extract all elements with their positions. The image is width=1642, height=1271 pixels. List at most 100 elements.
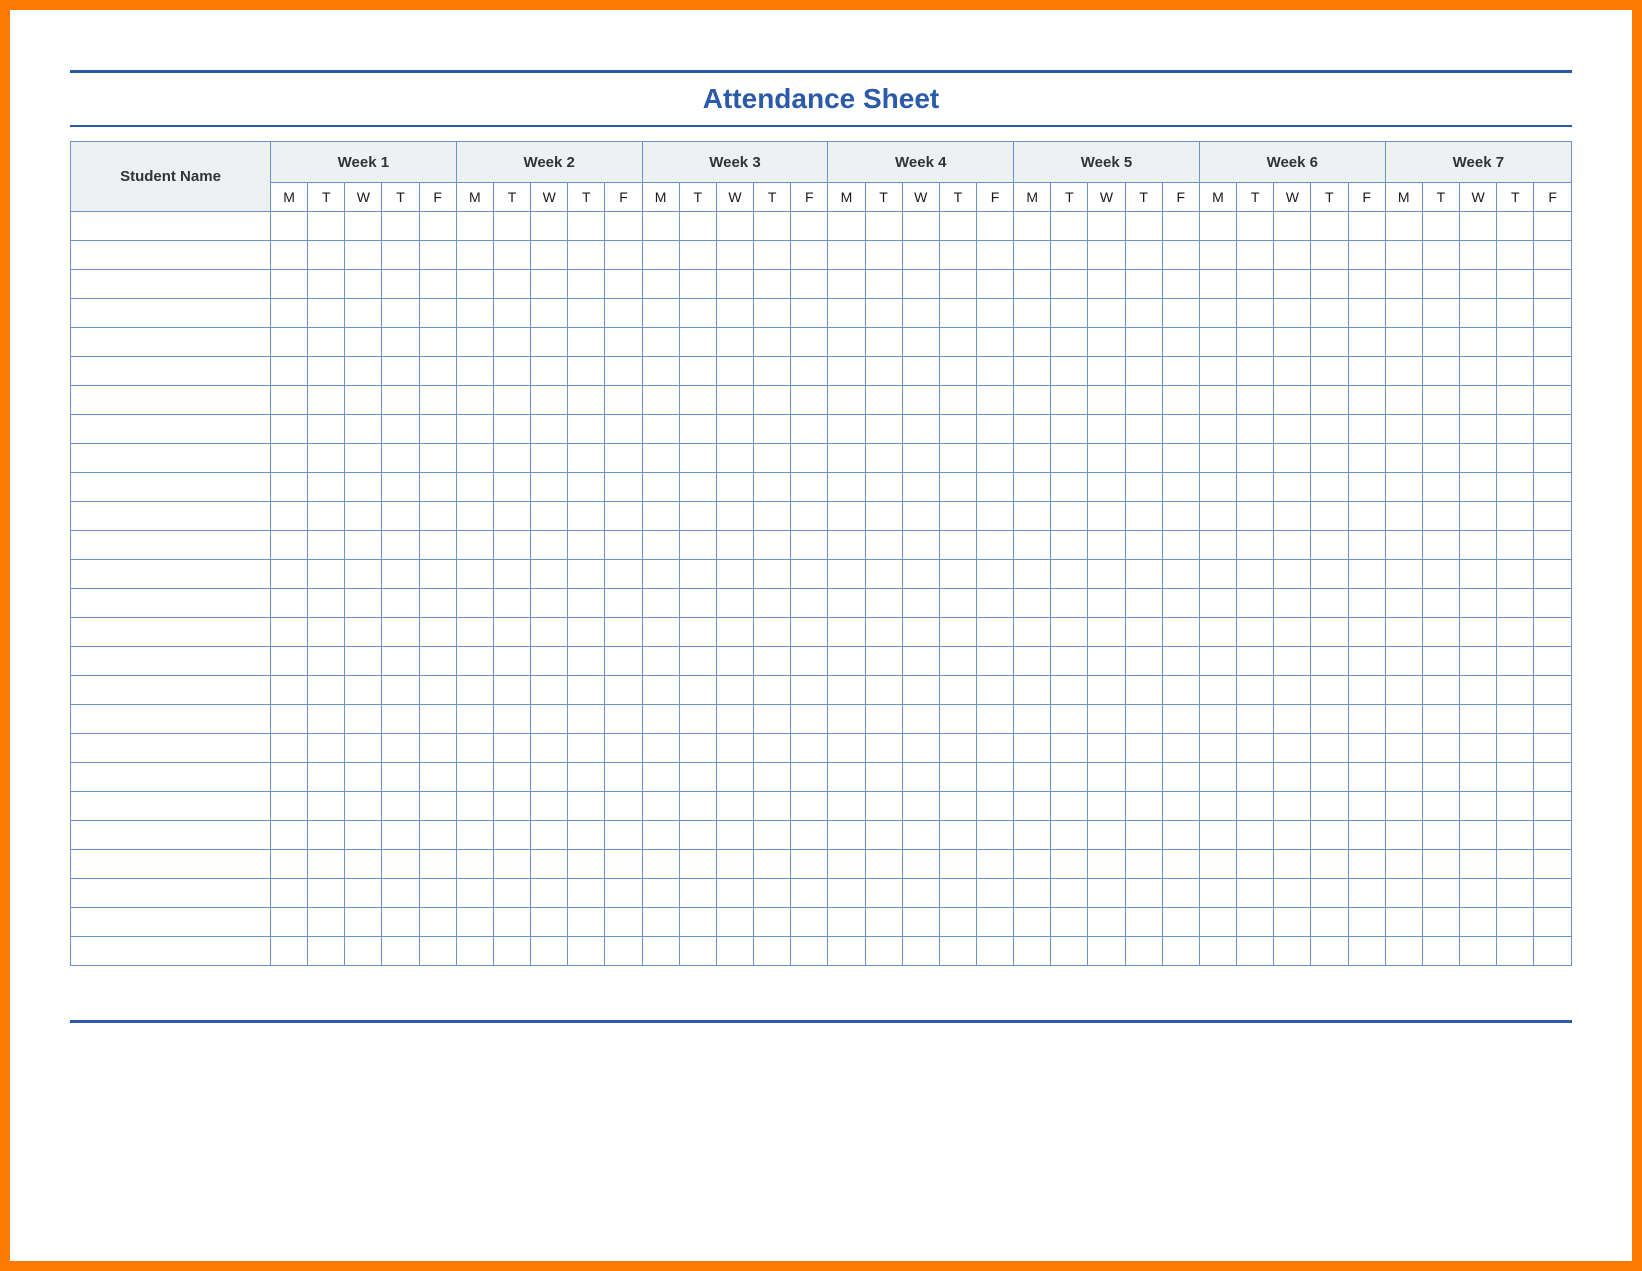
attendance-cell[interactable]: [939, 415, 976, 444]
attendance-cell[interactable]: [1274, 879, 1311, 908]
attendance-cell[interactable]: [679, 647, 716, 676]
attendance-cell[interactable]: [1274, 618, 1311, 647]
attendance-cell[interactable]: [568, 415, 605, 444]
attendance-cell[interactable]: [271, 792, 308, 821]
attendance-cell[interactable]: [828, 444, 865, 473]
attendance-cell[interactable]: [902, 821, 939, 850]
attendance-cell[interactable]: [902, 850, 939, 879]
attendance-cell[interactable]: [271, 473, 308, 502]
attendance-cell[interactable]: [791, 937, 828, 966]
attendance-cell[interactable]: [1051, 386, 1088, 415]
attendance-cell[interactable]: [679, 879, 716, 908]
attendance-cell[interactable]: [419, 676, 456, 705]
attendance-cell[interactable]: [1199, 589, 1236, 618]
attendance-cell[interactable]: [1534, 879, 1572, 908]
attendance-cell[interactable]: [939, 299, 976, 328]
attendance-cell[interactable]: [1460, 473, 1497, 502]
attendance-cell[interactable]: [1385, 386, 1422, 415]
attendance-cell[interactable]: [382, 444, 419, 473]
attendance-cell[interactable]: [1199, 705, 1236, 734]
attendance-cell[interactable]: [308, 821, 345, 850]
attendance-cell[interactable]: [1497, 560, 1534, 589]
attendance-cell[interactable]: [828, 647, 865, 676]
attendance-cell[interactable]: [1311, 850, 1348, 879]
attendance-cell[interactable]: [308, 763, 345, 792]
attendance-cell[interactable]: [1162, 531, 1199, 560]
attendance-cell[interactable]: [716, 734, 753, 763]
attendance-cell[interactable]: [865, 531, 902, 560]
attendance-cell[interactable]: [271, 908, 308, 937]
attendance-cell[interactable]: [345, 937, 382, 966]
attendance-cell[interactable]: [1385, 589, 1422, 618]
attendance-cell[interactable]: [1199, 792, 1236, 821]
attendance-cell[interactable]: [1237, 879, 1274, 908]
attendance-cell[interactable]: [1088, 270, 1125, 299]
attendance-cell[interactable]: [1237, 473, 1274, 502]
attendance-cell[interactable]: [976, 328, 1013, 357]
attendance-cell[interactable]: [828, 212, 865, 241]
attendance-cell[interactable]: [642, 444, 679, 473]
attendance-cell[interactable]: [605, 299, 642, 328]
attendance-cell[interactable]: [382, 792, 419, 821]
attendance-cell[interactable]: [1497, 444, 1534, 473]
attendance-cell[interactable]: [345, 705, 382, 734]
attendance-cell[interactable]: [679, 560, 716, 589]
attendance-cell[interactable]: [1125, 241, 1162, 270]
student-name-cell[interactable]: [71, 763, 271, 792]
attendance-cell[interactable]: [531, 879, 568, 908]
attendance-cell[interactable]: [1199, 531, 1236, 560]
attendance-cell[interactable]: [1199, 908, 1236, 937]
attendance-cell[interactable]: [1534, 241, 1572, 270]
attendance-cell[interactable]: [493, 299, 530, 328]
attendance-cell[interactable]: [456, 299, 493, 328]
attendance-cell[interactable]: [865, 676, 902, 705]
student-name-cell[interactable]: [71, 850, 271, 879]
attendance-cell[interactable]: [531, 328, 568, 357]
attendance-cell[interactable]: [679, 734, 716, 763]
attendance-cell[interactable]: [493, 415, 530, 444]
attendance-cell[interactable]: [531, 937, 568, 966]
attendance-cell[interactable]: [976, 357, 1013, 386]
attendance-cell[interactable]: [828, 270, 865, 299]
attendance-cell[interactable]: [1311, 560, 1348, 589]
attendance-cell[interactable]: [1497, 328, 1534, 357]
attendance-cell[interactable]: [605, 618, 642, 647]
attendance-cell[interactable]: [1274, 241, 1311, 270]
attendance-cell[interactable]: [754, 618, 791, 647]
attendance-cell[interactable]: [828, 850, 865, 879]
attendance-cell[interactable]: [902, 415, 939, 444]
attendance-cell[interactable]: [1199, 328, 1236, 357]
attendance-cell[interactable]: [531, 502, 568, 531]
attendance-cell[interactable]: [568, 212, 605, 241]
student-name-cell[interactable]: [71, 444, 271, 473]
attendance-cell[interactable]: [1422, 415, 1459, 444]
attendance-cell[interactable]: [345, 444, 382, 473]
attendance-cell[interactable]: [642, 792, 679, 821]
attendance-cell[interactable]: [419, 531, 456, 560]
attendance-cell[interactable]: [679, 357, 716, 386]
attendance-cell[interactable]: [865, 473, 902, 502]
attendance-cell[interactable]: [1014, 705, 1051, 734]
attendance-cell[interactable]: [1125, 937, 1162, 966]
attendance-cell[interactable]: [456, 734, 493, 763]
attendance-cell[interactable]: [345, 502, 382, 531]
attendance-cell[interactable]: [456, 270, 493, 299]
attendance-cell[interactable]: [1534, 560, 1572, 589]
attendance-cell[interactable]: [865, 212, 902, 241]
attendance-cell[interactable]: [531, 531, 568, 560]
attendance-cell[interactable]: [1385, 763, 1422, 792]
attendance-cell[interactable]: [1274, 386, 1311, 415]
attendance-cell[interactable]: [716, 821, 753, 850]
attendance-cell[interactable]: [1162, 299, 1199, 328]
attendance-cell[interactable]: [642, 328, 679, 357]
attendance-cell[interactable]: [1348, 386, 1385, 415]
attendance-cell[interactable]: [679, 763, 716, 792]
attendance-cell[interactable]: [1348, 270, 1385, 299]
attendance-cell[interactable]: [1534, 502, 1572, 531]
attendance-cell[interactable]: [679, 270, 716, 299]
attendance-cell[interactable]: [1497, 618, 1534, 647]
attendance-cell[interactable]: [1088, 473, 1125, 502]
attendance-cell[interactable]: [976, 299, 1013, 328]
attendance-cell[interactable]: [902, 647, 939, 676]
attendance-cell[interactable]: [754, 444, 791, 473]
